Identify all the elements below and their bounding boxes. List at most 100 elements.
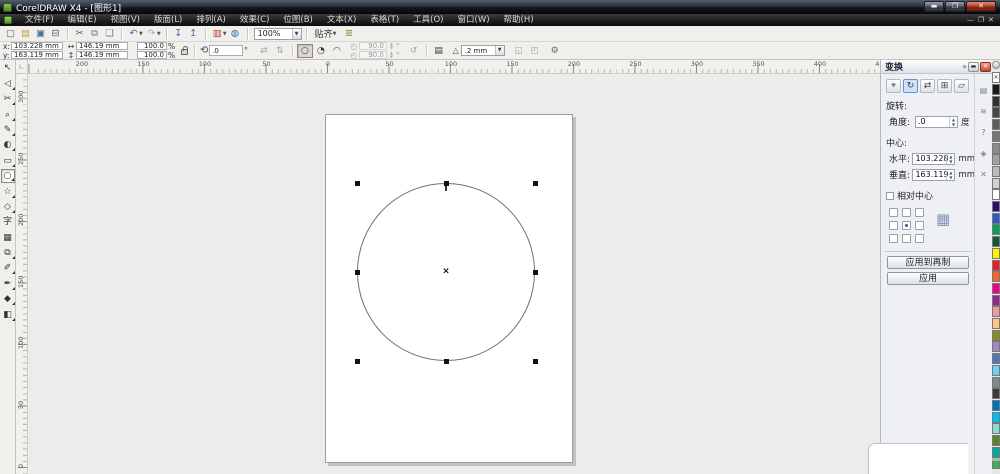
- anchor-cell-5[interactable]: [915, 221, 924, 230]
- options-icon[interactable]: ≣: [341, 27, 356, 40]
- corel-online-icon[interactable]: ◍: [228, 27, 243, 40]
- anchor-cell-2[interactable]: [915, 208, 924, 217]
- docker-tab-a-icon[interactable]: ≋: [980, 107, 987, 116]
- document-window-controls[interactable]: — ❐ ✕: [967, 14, 994, 26]
- docker-tab-hints-icon[interactable]: ?: [981, 128, 985, 137]
- scale-v-field[interactable]: 100.0: [137, 51, 167, 59]
- to-front-button[interactable]: ◰: [527, 44, 543, 58]
- transform-scale-mirror-icon[interactable]: ⇄: [920, 79, 935, 93]
- anchor-point-grid[interactable]: [889, 208, 924, 243]
- anchor-cell-8[interactable]: [915, 234, 924, 243]
- transform-position-icon[interactable]: ⌖: [886, 79, 901, 93]
- menu-item-10[interactable]: 窗口(W): [451, 15, 497, 25]
- docker-tab-b-icon[interactable]: ◈: [980, 149, 986, 158]
- crop-tool[interactable]: ✂: [1, 92, 15, 106]
- rotation-center-marker[interactable]: ×: [442, 267, 450, 277]
- color-swatch[interactable]: [992, 364, 1000, 376]
- horizontal-ruler[interactable]: 2502001501005005010015020025030035040045…: [28, 60, 880, 74]
- menu-item-5[interactable]: 效果(C): [233, 15, 277, 25]
- rectangle-tool[interactable]: ▭: [1, 154, 15, 168]
- color-swatch[interactable]: [992, 201, 1000, 212]
- text-wrap-button[interactable]: ▤: [431, 44, 447, 58]
- zoom-level-combo[interactable]: 100% ▼: [253, 27, 302, 40]
- import-icon[interactable]: ↧: [171, 27, 186, 40]
- arc-start-field[interactable]: 90.0: [358, 42, 387, 50]
- anchor-cell-7[interactable]: [902, 234, 911, 243]
- menu-item-6[interactable]: 位图(B): [276, 15, 319, 25]
- color-swatch[interactable]: [992, 142, 1000, 154]
- eyedropper-tool[interactable]: ✐: [1, 261, 15, 275]
- color-swatch[interactable]: [992, 247, 1000, 259]
- anchor-cell-0[interactable]: [889, 208, 898, 217]
- color-swatch[interactable]: [992, 95, 1000, 107]
- mirror-horizontal-button[interactable]: ⇄: [256, 44, 272, 58]
- scale-h-field[interactable]: 100.0: [137, 42, 167, 50]
- docker-minimize-icon[interactable]: ▬: [968, 61, 979, 72]
- color-swatch[interactable]: [992, 341, 1000, 353]
- anchor-cell-3[interactable]: [889, 221, 898, 230]
- maximize-button[interactable]: ❐: [945, 1, 965, 12]
- docker-tab-close-icon[interactable]: ✕: [980, 170, 987, 179]
- arc-end-field[interactable]: 90.0: [358, 51, 387, 59]
- color-swatch[interactable]: [992, 294, 1000, 306]
- blend-tool[interactable]: ⧉: [1, 246, 15, 260]
- shape-tool[interactable]: ◁: [1, 77, 15, 91]
- open-icon[interactable]: ▤: [18, 27, 33, 40]
- color-swatch[interactable]: [992, 119, 1000, 131]
- anchor-cell-1[interactable]: [902, 208, 911, 217]
- menu-item-1[interactable]: 编辑(E): [61, 15, 104, 25]
- x-position-field[interactable]: 103.228 mm: [11, 42, 63, 50]
- object-width-field[interactable]: 146.19 mm: [76, 42, 128, 50]
- color-swatch[interactable]: [992, 165, 1000, 177]
- minimize-button[interactable]: ▬: [924, 1, 944, 12]
- color-swatch[interactable]: [992, 306, 1000, 318]
- zoom-dropdown-icon[interactable]: ▼: [291, 28, 301, 39]
- y-position-field[interactable]: 163.119 mm: [11, 51, 63, 59]
- anchor-cell-6[interactable]: [889, 234, 898, 243]
- to-back-button[interactable]: ◱: [511, 44, 527, 58]
- mirror-vertical-button[interactable]: ⇅: [272, 44, 288, 58]
- vertical-spinner[interactable]: ▲ ▼: [946, 169, 954, 180]
- color-swatch[interactable]: [992, 259, 1000, 271]
- color-none-swatch[interactable]: ✕: [992, 72, 1000, 83]
- anchor-cell-4[interactable]: [902, 221, 911, 230]
- drawing-canvas[interactable]: ×: [28, 74, 880, 474]
- smart-fill-tool[interactable]: ◐: [1, 138, 15, 152]
- vertical-ruler[interactable]: 300 250 200 150 100 50 0: [16, 74, 28, 474]
- center-horizontal-input[interactable]: 103.228 ▲ ▼: [912, 152, 956, 165]
- ellipse-node[interactable]: [445, 185, 447, 191]
- color-swatch[interactable]: [992, 84, 1000, 95]
- selection-handle[interactable]: [532, 180, 538, 186]
- palette-scroll-up-icon[interactable]: [992, 61, 1000, 69]
- save-icon[interactable]: ▣: [33, 27, 48, 40]
- copy-icon[interactable]: ⧉: [87, 27, 102, 40]
- selection-handle[interactable]: [354, 180, 360, 186]
- color-swatch[interactable]: [992, 130, 1000, 142]
- lock-ratio-icon[interactable]: [181, 45, 189, 55]
- center-vertical-input[interactable]: 163.119 ▲ ▼: [912, 168, 956, 181]
- docker-close-icon[interactable]: ✕: [980, 61, 991, 72]
- menu-item-4[interactable]: 排列(A): [189, 15, 232, 25]
- rotation-angle-field[interactable]: .0: [209, 45, 244, 56]
- angle-value[interactable]: .0: [916, 117, 949, 126]
- color-swatch[interactable]: [992, 177, 1000, 189]
- selection-handle[interactable]: [354, 269, 360, 275]
- new-document-icon[interactable]: ▢: [3, 27, 18, 40]
- docker-tab-strip[interactable]: ▤ ≋? ◈ ✕: [974, 74, 992, 474]
- color-swatch[interactable]: [992, 318, 1000, 329]
- snap-to-dropdown[interactable]: 贴齐: [315, 27, 333, 40]
- color-swatch[interactable]: [992, 212, 1000, 224]
- outline-tool[interactable]: ✒: [1, 277, 15, 291]
- arc-mode-button[interactable]: ◠: [329, 44, 345, 58]
- selection-handle[interactable]: [532, 269, 538, 275]
- text-tool[interactable]: 字: [1, 215, 15, 229]
- pick-tool[interactable]: ↖: [1, 61, 15, 75]
- color-swatch[interactable]: [992, 423, 1000, 435]
- color-swatch[interactable]: [992, 107, 1000, 119]
- menu-item-9[interactable]: 工具(O): [406, 15, 450, 25]
- ruler-origin-icon[interactable]: ∟: [16, 60, 28, 74]
- color-swatch[interactable]: [992, 376, 1000, 388]
- color-swatch[interactable]: [992, 411, 1000, 423]
- color-swatch[interactable]: [992, 435, 1000, 446]
- color-swatch[interactable]: [992, 224, 1000, 236]
